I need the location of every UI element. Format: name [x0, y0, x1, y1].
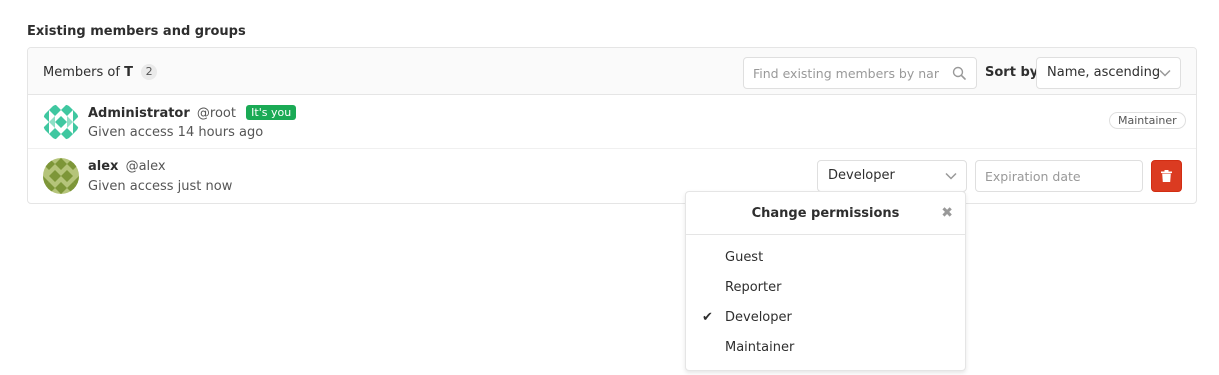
- member-search-input[interactable]: [744, 58, 939, 88]
- role-dropdown-value: Developer: [828, 168, 895, 183]
- sort-label: Sort by: [985, 65, 1039, 80]
- members-panel: Members of T 2 Sort by Name, ascending: [27, 47, 1197, 204]
- remove-member-button[interactable]: [1151, 160, 1182, 192]
- dropdown-header: Change permissions ✖: [686, 192, 965, 235]
- permission-option-label: Developer: [725, 310, 792, 325]
- member-username: @root: [196, 106, 236, 121]
- dropdown-title: Change permissions: [751, 206, 900, 221]
- search-icon[interactable]: [952, 66, 966, 80]
- member-name-line: Administrator @root It's you: [88, 105, 297, 121]
- avatar: [43, 104, 79, 140]
- sort-dropdown[interactable]: Name, ascending: [1036, 57, 1181, 89]
- avatar: [43, 158, 79, 194]
- access-time: Given access just now: [88, 179, 233, 194]
- panel-header: Members of T 2 Sort by Name, ascending: [28, 48, 1196, 95]
- expiration-date-input[interactable]: [976, 161, 1142, 191]
- members-of-heading: Members of T 2: [43, 64, 158, 80]
- check-icon: ✔: [702, 310, 713, 325]
- members-of-label: Members of: [43, 65, 120, 80]
- role-dropdown[interactable]: Developer: [817, 160, 967, 192]
- chevron-down-icon: [945, 172, 957, 180]
- permissions-list: Guest Reporter ✔ Developer Maintainer: [686, 235, 965, 363]
- member-count-badge: 2: [141, 64, 158, 80]
- permission-option-label: Guest: [725, 250, 764, 265]
- permission-option-label: Reporter: [725, 280, 782, 295]
- section-title: Existing members and groups: [27, 24, 246, 39]
- member-username: @alex: [125, 159, 166, 174]
- close-icon[interactable]: ✖: [941, 192, 953, 235]
- role-badge: Maintainer: [1109, 112, 1186, 129]
- member-row: alex @alex Given access just now Develop…: [28, 149, 1196, 203]
- chevron-down-icon: [1159, 69, 1171, 77]
- member-name[interactable]: Administrator: [88, 106, 190, 121]
- sort-dropdown-value: Name, ascending: [1047, 65, 1161, 80]
- expiration-date-box: [975, 160, 1143, 192]
- member-row: Administrator @root It's you Given acces…: [28, 95, 1196, 149]
- permission-option-reporter[interactable]: Reporter: [686, 273, 965, 303]
- group-name: T: [124, 65, 133, 80]
- access-time: Given access 14 hours ago: [88, 125, 264, 140]
- change-permissions-dropdown: Change permissions ✖ Guest Reporter ✔ De…: [685, 191, 966, 371]
- member-search-box: [743, 57, 977, 89]
- permission-option-developer[interactable]: ✔ Developer: [686, 303, 965, 333]
- permission-option-guest[interactable]: Guest: [686, 243, 965, 273]
- its-you-badge: It's you: [246, 105, 297, 120]
- member-name-line: alex @alex: [88, 159, 166, 174]
- trash-icon: [1161, 170, 1172, 182]
- member-name[interactable]: alex: [88, 159, 118, 174]
- permission-option-label: Maintainer: [725, 340, 795, 355]
- permission-option-maintainer[interactable]: Maintainer: [686, 333, 965, 363]
